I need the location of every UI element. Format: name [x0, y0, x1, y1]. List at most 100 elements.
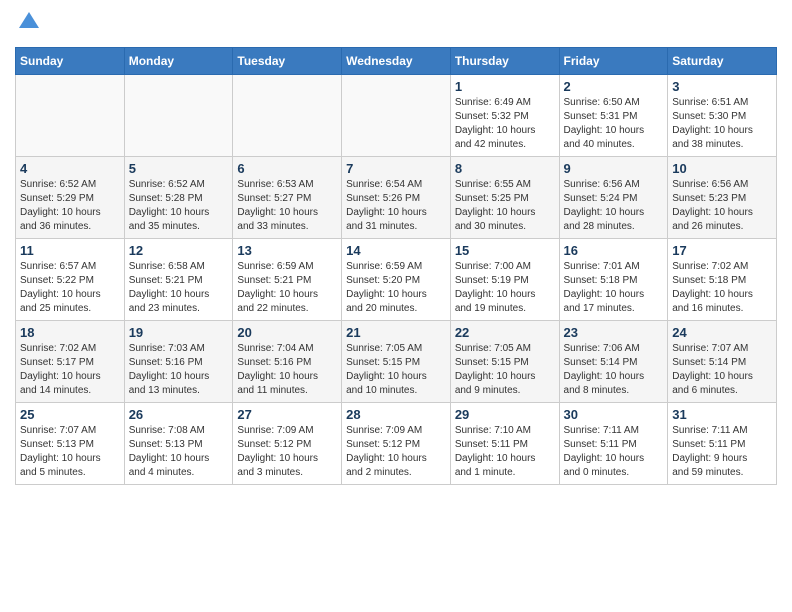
day-info: Sunrise: 7:10 AM Sunset: 5:11 PM Dayligh…	[455, 424, 555, 480]
calendar-cell: 6Sunrise: 6:53 AM Sunset: 5:27 PM Daylig…	[233, 156, 342, 238]
calendar-cell: 7 Sunrise: 6:54 AM Sunset: 5:26 PM Daylig…	[342, 156, 451, 238]
day-number: 5	[129, 161, 229, 176]
day-number: 14	[346, 243, 446, 258]
day-info: Sunrise: 6:49 AM Sunset: 5:32 PM Dayligh…	[455, 96, 555, 152]
day-info: Sunrise: 6:52 AM Sunset: 5:29 PM Dayligh…	[20, 178, 120, 234]
day-number: 22	[455, 325, 555, 340]
calendar-cell: 23 Sunrise: 7:06 AM Sunset: 5:14 PM Dayli…	[559, 320, 668, 402]
day-info: Sunrise: 7:05 AM Sunset: 5:15 PM Dayligh…	[455, 342, 555, 398]
day-info: Sunrise: 7:02 AM Sunset: 5:17 PM Dayligh…	[20, 342, 120, 398]
day-number: 18	[20, 325, 120, 340]
day-info: Sunrise: 7:09 AM Sunset: 5:12 PM Dayligh…	[346, 424, 446, 480]
logo	[15, 10, 41, 39]
calendar-cell: 18 Sunrise: 7:02 AM Sunset: 5:17 PM Dayli…	[16, 320, 125, 402]
day-info: Sunrise: 7:02 AM Sunset: 5:18 PM Dayligh…	[672, 260, 772, 316]
calendar-cell: 11Sunrise: 6:57 AM Sunset: 5:22 PM Dayli…	[16, 238, 125, 320]
calendar-cell	[16, 74, 125, 156]
day-info: Sunrise: 6:58 AM Sunset: 5:21 PM Dayligh…	[129, 260, 229, 316]
day-info: Sunrise: 6:50 AM Sunset: 5:31 PM Dayligh…	[564, 96, 664, 152]
weekday-header-thursday: Thursday	[450, 47, 559, 74]
calendar-cell: 19 Sunrise: 7:03 AM Sunset: 5:16 PM Dayli…	[124, 320, 233, 402]
calendar-cell: 14 Sunrise: 6:59 AM Sunset: 5:20 PM Dayli…	[342, 238, 451, 320]
calendar-cell	[124, 74, 233, 156]
day-number: 17	[672, 243, 772, 258]
day-number: 30	[564, 407, 664, 422]
logo-icon	[17, 10, 41, 34]
weekday-header-monday: Monday	[124, 47, 233, 74]
calendar-cell: 16Sunrise: 7:01 AM Sunset: 5:18 PM Dayli…	[559, 238, 668, 320]
weekday-header-saturday: Saturday	[668, 47, 777, 74]
day-number: 31	[672, 407, 772, 422]
day-info: Sunrise: 7:00 AM Sunset: 5:19 PM Dayligh…	[455, 260, 555, 316]
weekday-header-wednesday: Wednesday	[342, 47, 451, 74]
page-header	[15, 10, 777, 39]
day-number: 10	[672, 161, 772, 176]
calendar-cell: 26 Sunrise: 7:08 AM Sunset: 5:13 PM Dayli…	[124, 402, 233, 484]
weekday-header-tuesday: Tuesday	[233, 47, 342, 74]
calendar-cell: 2 Sunrise: 6:50 AM Sunset: 5:31 PM Daylig…	[559, 74, 668, 156]
day-number: 24	[672, 325, 772, 340]
day-number: 2	[564, 79, 664, 94]
day-number: 13	[237, 243, 337, 258]
calendar-cell: 17 Sunrise: 7:02 AM Sunset: 5:18 PM Dayli…	[668, 238, 777, 320]
day-number: 20	[237, 325, 337, 340]
day-number: 25	[20, 407, 120, 422]
day-number: 26	[129, 407, 229, 422]
day-number: 3	[672, 79, 772, 94]
day-number: 15	[455, 243, 555, 258]
day-number: 23	[564, 325, 664, 340]
day-number: 6	[237, 161, 337, 176]
calendar-cell: 4 Sunrise: 6:52 AM Sunset: 5:29 PM Daylig…	[16, 156, 125, 238]
day-number: 7	[346, 161, 446, 176]
calendar-cell: 30 Sunrise: 7:11 AM Sunset: 5:11 PM Dayli…	[559, 402, 668, 484]
weekday-header-sunday: Sunday	[16, 47, 125, 74]
calendar-cell: 1 Sunrise: 6:49 AM Sunset: 5:32 PM Daylig…	[450, 74, 559, 156]
day-number: 21	[346, 325, 446, 340]
day-info: Sunrise: 6:57 AM Sunset: 5:22 PM Dayligh…	[20, 260, 120, 316]
calendar-cell: 29 Sunrise: 7:10 AM Sunset: 5:11 PM Dayli…	[450, 402, 559, 484]
day-info: Sunrise: 7:05 AM Sunset: 5:15 PM Dayligh…	[346, 342, 446, 398]
day-number: 29	[455, 407, 555, 422]
calendar-table: SundayMondayTuesdayWednesdayThursdayFrid…	[15, 47, 777, 485]
calendar-cell: 8 Sunrise: 6:55 AM Sunset: 5:25 PM Daylig…	[450, 156, 559, 238]
day-number: 4	[20, 161, 120, 176]
calendar-cell	[233, 74, 342, 156]
day-info: Sunrise: 7:09 AM Sunset: 5:12 PM Dayligh…	[237, 424, 337, 480]
day-info: Sunrise: 7:01 AM Sunset: 5:18 PM Dayligh…	[564, 260, 664, 316]
day-info: Sunrise: 6:54 AM Sunset: 5:26 PM Dayligh…	[346, 178, 446, 234]
day-number: 27	[237, 407, 337, 422]
day-info: Sunrise: 7:07 AM Sunset: 5:14 PM Dayligh…	[672, 342, 772, 398]
calendar-cell: 3 Sunrise: 6:51 AM Sunset: 5:30 PM Daylig…	[668, 74, 777, 156]
calendar-cell: 22 Sunrise: 7:05 AM Sunset: 5:15 PM Dayli…	[450, 320, 559, 402]
day-info: Sunrise: 7:04 AM Sunset: 5:16 PM Dayligh…	[237, 342, 337, 398]
day-info: Sunrise: 7:11 AM Sunset: 5:11 PM Dayligh…	[564, 424, 664, 480]
day-number: 9	[564, 161, 664, 176]
logo-text	[15, 10, 41, 39]
day-number: 12	[129, 243, 229, 258]
day-number: 8	[455, 161, 555, 176]
day-info: Sunrise: 7:03 AM Sunset: 5:16 PM Dayligh…	[129, 342, 229, 398]
calendar-cell: 13 Sunrise: 6:59 AM Sunset: 5:21 PM Dayli…	[233, 238, 342, 320]
day-info: Sunrise: 6:56 AM Sunset: 5:24 PM Dayligh…	[564, 178, 664, 234]
day-info: Sunrise: 6:51 AM Sunset: 5:30 PM Dayligh…	[672, 96, 772, 152]
calendar-cell: 24 Sunrise: 7:07 AM Sunset: 5:14 PM Dayli…	[668, 320, 777, 402]
day-info: Sunrise: 7:08 AM Sunset: 5:13 PM Dayligh…	[129, 424, 229, 480]
calendar-cell: 28Sunrise: 7:09 AM Sunset: 5:12 PM Dayli…	[342, 402, 451, 484]
calendar-cell: 10 Sunrise: 6:56 AM Sunset: 5:23 PM Dayli…	[668, 156, 777, 238]
calendar-cell: 31 Sunrise: 7:11 AM Sunset: 5:11 PM Dayli…	[668, 402, 777, 484]
day-info: Sunrise: 7:06 AM Sunset: 5:14 PM Dayligh…	[564, 342, 664, 398]
calendar-cell	[342, 74, 451, 156]
calendar-cell: 5Sunrise: 6:52 AM Sunset: 5:28 PM Daylig…	[124, 156, 233, 238]
calendar-cell: 15 Sunrise: 7:00 AM Sunset: 5:19 PM Dayli…	[450, 238, 559, 320]
weekday-header-friday: Friday	[559, 47, 668, 74]
day-info: Sunrise: 6:56 AM Sunset: 5:23 PM Dayligh…	[672, 178, 772, 234]
calendar-cell: 12 Sunrise: 6:58 AM Sunset: 5:21 PM Dayli…	[124, 238, 233, 320]
day-info: Sunrise: 6:59 AM Sunset: 5:20 PM Dayligh…	[346, 260, 446, 316]
day-info: Sunrise: 7:11 AM Sunset: 5:11 PM Dayligh…	[672, 424, 772, 480]
day-number: 19	[129, 325, 229, 340]
day-info: Sunrise: 6:59 AM Sunset: 5:21 PM Dayligh…	[237, 260, 337, 316]
day-info: Sunrise: 7:07 AM Sunset: 5:13 PM Dayligh…	[20, 424, 120, 480]
day-info: Sunrise: 6:55 AM Sunset: 5:25 PM Dayligh…	[455, 178, 555, 234]
day-number: 1	[455, 79, 555, 94]
calendar-cell: 20 Sunrise: 7:04 AM Sunset: 5:16 PM Dayli…	[233, 320, 342, 402]
